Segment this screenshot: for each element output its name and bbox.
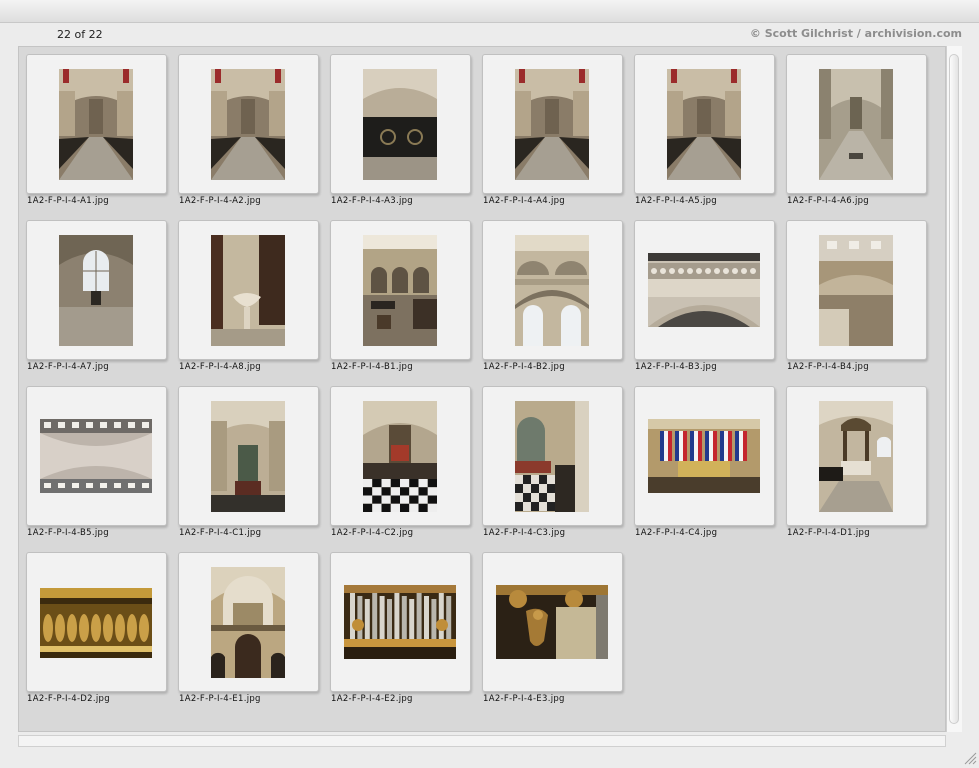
thumbnail-item[interactable]: 1A2-F-P-I-4-A4.jpg <box>482 54 634 216</box>
thumbnail-frame[interactable] <box>786 54 927 194</box>
flags-photo-icon[interactable] <box>648 419 760 493</box>
thumbnail-filename: 1A2-F-P-I-4-A4.jpg <box>483 196 565 206</box>
thumbnail-frame[interactable] <box>482 220 623 360</box>
upper-arches-photo-icon[interactable] <box>515 235 589 346</box>
thumbnail-frame[interactable] <box>178 220 319 360</box>
thumbnail-frame[interactable] <box>26 54 167 194</box>
organ-loft-photo-icon[interactable] <box>211 567 285 678</box>
gilded-relief-photo-icon[interactable] <box>40 588 152 658</box>
gallery-photo-icon[interactable] <box>819 235 893 346</box>
organ-pipes-photo-icon[interactable] <box>344 585 456 659</box>
thumbnail-item[interactable]: 1A2-F-P-I-4-A2.jpg <box>178 54 330 216</box>
nave-photo-icon[interactable] <box>667 69 741 180</box>
thumbnail-filename: 1A2-F-P-I-4-E2.jpg <box>331 694 413 704</box>
thumbnail-frame[interactable] <box>482 552 623 692</box>
thumbnail-filename: 1A2-F-P-I-4-B4.jpg <box>787 362 869 372</box>
browser-header: 22 of 22 © Scott Gilchrist / archivision… <box>18 24 964 44</box>
copyright-credit: © Scott Gilchrist / archivision.com <box>749 27 962 40</box>
thumbnail-item[interactable]: 1A2-F-P-I-4-D2.jpg <box>26 552 178 714</box>
resize-grip-icon[interactable] <box>962 750 977 765</box>
thumbnail-item[interactable]: 1A2-F-P-I-4-A1.jpg <box>26 54 178 216</box>
thumbnail-filename: 1A2-F-P-I-4-A8.jpg <box>179 362 261 372</box>
aisle-photo-icon[interactable] <box>819 69 893 180</box>
thumbnail-item[interactable]: 1A2-F-P-I-4-C4.jpg <box>634 386 786 548</box>
thumbnail-item[interactable]: 1A2-F-P-I-4-B5.jpg <box>26 386 178 548</box>
vertical-scroll-thumb[interactable] <box>949 54 959 724</box>
thumbnail-item[interactable]: 1A2-F-P-I-4-A7.jpg <box>26 220 178 382</box>
thumbnail-filename: 1A2-F-P-I-4-C1.jpg <box>179 528 262 538</box>
image-count: 22 of 22 <box>57 28 103 41</box>
thumbnail-item[interactable]: 1A2-F-P-I-4-B2.jpg <box>482 220 634 382</box>
thumbnail-filename: 1A2-F-P-I-4-A6.jpg <box>787 196 869 206</box>
nave-photo-icon[interactable] <box>211 69 285 180</box>
thumbnail-item[interactable]: 1A2-F-P-I-4-B1.jpg <box>330 220 482 382</box>
thumbnail-filename: 1A2-F-P-I-4-A7.jpg <box>27 362 109 372</box>
thumbnail-item[interactable]: 1A2-F-P-I-4-E2.jpg <box>330 552 482 714</box>
thumbnail-filename: 1A2-F-P-I-4-A1.jpg <box>27 196 109 206</box>
thumbnail-item[interactable]: 1A2-F-P-I-4-A6.jpg <box>786 54 938 216</box>
thumbnail-frame[interactable] <box>26 552 167 692</box>
thumbnail-item[interactable]: 1A2-F-P-I-4-B4.jpg <box>786 220 938 382</box>
thumbnail-filename: 1A2-F-P-I-4-C3.jpg <box>483 528 566 538</box>
thumbnail-filename: 1A2-F-P-I-4-E1.jpg <box>179 694 261 704</box>
thumbnail-item[interactable]: 1A2-F-P-I-4-E3.jpg <box>482 552 634 714</box>
thumbnail-frame[interactable] <box>330 552 471 692</box>
thumbnail-frame[interactable] <box>634 386 775 526</box>
thumbnail-frame[interactable] <box>330 220 471 360</box>
thumbnail-item[interactable]: 1A2-F-P-I-4-A3.jpg <box>330 54 482 216</box>
thumbnail-frame[interactable] <box>634 220 775 360</box>
thumbnail-filename: 1A2-F-P-I-4-E3.jpg <box>483 694 565 704</box>
thumbnail-frame[interactable] <box>482 54 623 194</box>
ceiling-photo-icon[interactable] <box>40 419 152 493</box>
horizontal-scrollbar[interactable] <box>18 735 946 747</box>
thumbnail-item[interactable]: 1A2-F-P-I-4-C3.jpg <box>482 386 634 548</box>
thumbnail-item[interactable]: 1A2-F-P-I-4-D1.jpg <box>786 386 938 548</box>
arcade-photo-icon[interactable] <box>363 235 437 346</box>
thumbnail-filename: 1A2-F-P-I-4-A5.jpg <box>635 196 717 206</box>
organ-nave-photo-icon[interactable] <box>211 401 285 512</box>
thumbnail-filename: 1A2-F-P-I-4-B5.jpg <box>27 528 109 538</box>
thumbnail-filename: 1A2-F-P-I-4-A3.jpg <box>331 196 413 206</box>
thumbnail-frame[interactable] <box>178 54 319 194</box>
side-altar-photo-icon[interactable] <box>515 401 589 512</box>
thumbnail-filename: 1A2-F-P-I-4-C4.jpg <box>635 528 718 538</box>
railing-photo-icon[interactable] <box>363 69 437 180</box>
thumbnail-frame[interactable] <box>786 386 927 526</box>
checkered-floor-photo-icon[interactable] <box>363 401 437 512</box>
window-title-bar <box>0 0 979 23</box>
thumbnail-filename: 1A2-F-P-I-4-C2.jpg <box>331 528 414 538</box>
nave-photo-icon[interactable] <box>515 69 589 180</box>
thumbnail-frame[interactable] <box>178 386 319 526</box>
thumbnail-frame[interactable] <box>26 220 167 360</box>
thumbnail-filename: 1A2-F-P-I-4-B1.jpg <box>331 362 413 372</box>
thumbnail-filename: 1A2-F-P-I-4-D2.jpg <box>27 694 110 704</box>
carved-figure-photo-icon[interactable] <box>496 585 608 659</box>
thumbnail-item[interactable]: 1A2-F-P-I-4-B3.jpg <box>634 220 786 382</box>
thumbnail-item[interactable]: 1A2-F-P-I-4-C1.jpg <box>178 386 330 548</box>
window-photo-icon[interactable] <box>59 235 133 346</box>
thumbnail-item[interactable]: 1A2-F-P-I-4-A8.jpg <box>178 220 330 382</box>
thumbnail-item[interactable]: 1A2-F-P-I-4-E1.jpg <box>178 552 330 714</box>
thumbnail-filename: 1A2-F-P-I-4-A2.jpg <box>179 196 261 206</box>
thumbnail-frame[interactable] <box>786 220 927 360</box>
thumbnail-item[interactable]: 1A2-F-P-I-4-C2.jpg <box>330 386 482 548</box>
thumbnail-filename: 1A2-F-P-I-4-D1.jpg <box>787 528 870 538</box>
thumbnail-frame[interactable] <box>178 552 319 692</box>
thumbnail-filename: 1A2-F-P-I-4-B2.jpg <box>483 362 565 372</box>
thumbnail-panel: 1A2-F-P-I-4-A1.jpg 1A2-F-P-I-4-A2.jpg 1A… <box>18 46 946 732</box>
font-photo-icon[interactable] <box>211 235 285 346</box>
thumbnail-filename: 1A2-F-P-I-4-B3.jpg <box>635 362 717 372</box>
canopy-photo-icon[interactable] <box>819 401 893 512</box>
thumbnail-item[interactable]: 1A2-F-P-I-4-A5.jpg <box>634 54 786 216</box>
thumbnail-frame[interactable] <box>634 54 775 194</box>
balustrade-photo-icon[interactable] <box>648 253 760 327</box>
thumbnail-frame[interactable] <box>330 386 471 526</box>
nave-photo-icon[interactable] <box>59 69 133 180</box>
vertical-scrollbar[interactable] <box>946 46 962 732</box>
thumbnail-frame[interactable] <box>330 54 471 194</box>
thumbnail-frame[interactable] <box>482 386 623 526</box>
thumbnail-frame[interactable] <box>26 386 167 526</box>
